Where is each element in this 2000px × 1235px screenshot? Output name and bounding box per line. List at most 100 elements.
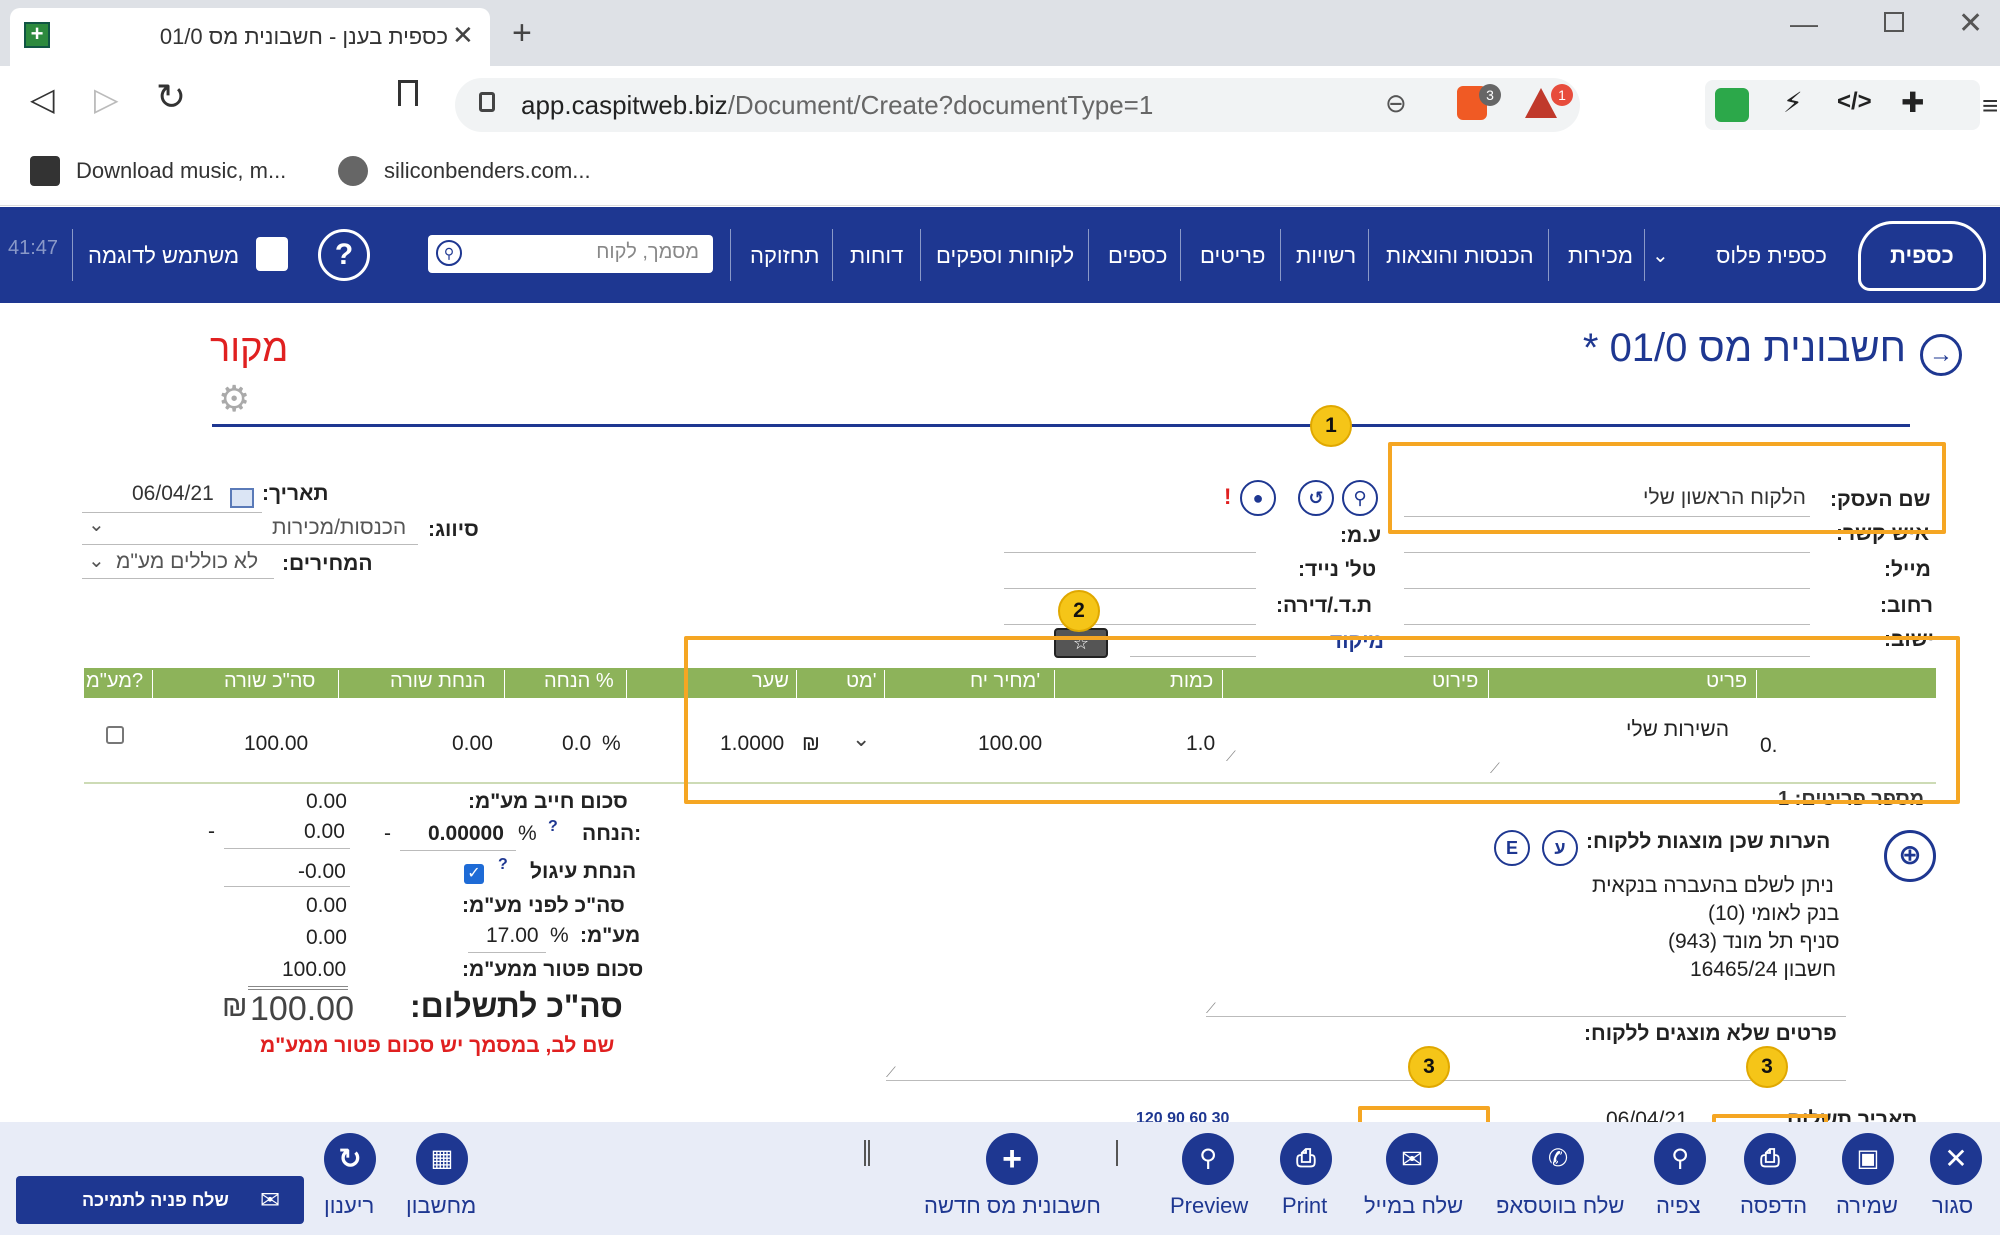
- refresh-icon[interactable]: ↻: [324, 1133, 376, 1185]
- nav-reports[interactable]: דוחות: [850, 243, 903, 269]
- bitwarden-icon[interactable]: [1715, 88, 1749, 122]
- print-icon[interactable]: ⎙: [1280, 1133, 1332, 1185]
- new-tab-button[interactable]: +: [512, 14, 532, 53]
- refresh-button[interactable]: ריענון: [324, 1193, 374, 1219]
- customer-reset-icon[interactable]: ↺: [1298, 480, 1334, 516]
- code-icon[interactable]: </>: [1837, 88, 1872, 116]
- customer-profile-icon[interactable]: ●: [1240, 480, 1276, 516]
- bookmark-2[interactable]: siliconbenders.com...: [384, 158, 591, 184]
- whatsapp-icon[interactable]: ✆: [1532, 1133, 1584, 1185]
- back-icon[interactable]: ◁: [30, 80, 55, 118]
- nav-brand-chevron-icon[interactable]: ⌄: [1652, 243, 1669, 268]
- calendar-icon[interactable]: [230, 488, 254, 508]
- vat-pct-field[interactable]: 17.00: [486, 924, 539, 948]
- view-button[interactable]: צפיה: [1656, 1193, 1701, 1219]
- print-heb-icon[interactable]: ⎙: [1744, 1133, 1796, 1185]
- menu-icon[interactable]: ≡: [1982, 90, 1998, 122]
- minimize-icon[interactable]: —: [1790, 8, 1818, 40]
- total-value: 100.00: [250, 990, 354, 1028]
- search-icon[interactable]: ⚲: [436, 240, 462, 266]
- notes-ayin-icon[interactable]: ע: [1542, 830, 1578, 866]
- tab-close-icon[interactable]: ✕: [452, 20, 474, 51]
- bookmark-1[interactable]: Download music, m...: [76, 158, 286, 184]
- maximize-icon[interactable]: [1884, 12, 1904, 32]
- browser-tab[interactable]: + כספית בענן - חשבונית מס 01/0 ✕: [10, 8, 490, 66]
- bolt-icon[interactable]: ⚡: [1783, 86, 1803, 119]
- exempt-label: סכום פטור ממע"מ:: [462, 958, 644, 981]
- calculator-button[interactable]: מחשבון: [406, 1193, 476, 1219]
- pobox-label: ת.ד./דירה:: [1276, 594, 1373, 617]
- hidden-notes-resize-icon[interactable]: ⟋: [886, 1064, 896, 1081]
- rounding-checkbox[interactable]: ✓: [464, 864, 484, 884]
- new-invoice-icon[interactable]: +: [986, 1133, 1038, 1185]
- nav-user[interactable]: משתמש לדוגמה: [88, 243, 239, 269]
- print-heb-button[interactable]: הדפסה: [1740, 1193, 1807, 1219]
- new-invoice-button[interactable]: חשבונית מס חדשה: [924, 1193, 1101, 1219]
- row-discount-pct-field[interactable]: 0.0: [562, 732, 591, 756]
- caspit-logo[interactable]: כספית: [1858, 221, 1986, 291]
- prices-select[interactable]: לא כוללים מע"מ: [116, 550, 258, 574]
- nav-search-box[interactable]: מסמך, לקוח ⚲: [428, 235, 713, 273]
- settings-gear-icon[interactable]: ⚙: [218, 378, 250, 420]
- preview-icon[interactable]: ⚲: [1182, 1133, 1234, 1185]
- nav-authorities[interactable]: רשויות: [1296, 243, 1356, 269]
- app-navbar: כספית כספית פלוס ⌄ מכירות הכנסות והוצאות…: [0, 207, 2000, 303]
- unlock-icon[interactable]: [256, 237, 288, 271]
- discount-value-field[interactable]: 0.00: [304, 820, 345, 844]
- rounding-value: -0.00: [298, 860, 346, 883]
- notes-e-icon[interactable]: E: [1494, 830, 1530, 866]
- url-domain: app.caspitweb.biz: [521, 90, 728, 120]
- taxable-value: 0.00: [306, 790, 347, 813]
- nav-sales[interactable]: מכירות: [1568, 243, 1633, 269]
- save-icon[interactable]: ▣: [1842, 1133, 1894, 1185]
- payment-date-value[interactable]: 06/04/21: [1606, 1108, 1688, 1122]
- notes-resize-icon[interactable]: ⟋: [1206, 1000, 1216, 1017]
- support-button[interactable]: שלח פניה לתמיכה ✉: [16, 1176, 304, 1224]
- rounding-help-icon[interactable]: ?: [498, 856, 508, 874]
- row-line-discount-field[interactable]: 0.00: [452, 732, 493, 756]
- help-icon[interactable]: ?: [318, 229, 370, 281]
- puzzle-icon[interactable]: ✚: [1901, 86, 1924, 119]
- whatsapp-button[interactable]: שלח בווטסאפ: [1496, 1193, 1624, 1219]
- customer-search-icon[interactable]: ⚲: [1342, 480, 1378, 516]
- preview-button[interactable]: Preview: [1170, 1193, 1248, 1219]
- note-line-3: סניף תל מונד (943): [1668, 930, 1840, 953]
- close-icon[interactable]: ✕: [1930, 1133, 1982, 1185]
- page-title: חשבונית מס 01/0 *: [1582, 326, 1906, 370]
- nav-income-expenses[interactable]: הכנסות והוצאות: [1386, 243, 1534, 269]
- class-select[interactable]: הכנסות/מכירות: [272, 516, 406, 540]
- nav-finance[interactable]: כספים: [1108, 243, 1167, 269]
- class-chevron-icon[interactable]: ⌄: [88, 512, 105, 537]
- discount-dash: -: [384, 822, 391, 845]
- nav-search-input[interactable]: מסמך, לקוח: [596, 241, 699, 264]
- discount-pct-field[interactable]: 0.00000: [428, 822, 504, 846]
- nav-brand[interactable]: כספית פלוס: [1716, 243, 1827, 269]
- email-button[interactable]: שלח במייל: [1364, 1193, 1463, 1219]
- view-icon[interactable]: ⚲: [1654, 1133, 1706, 1185]
- print-button[interactable]: Print: [1282, 1193, 1327, 1219]
- window-close-icon[interactable]: ✕: [1958, 6, 1983, 41]
- notes-icon[interactable]: ⊕: [1884, 830, 1936, 882]
- calculator-icon[interactable]: ▦: [416, 1133, 468, 1185]
- toolbar-divider: [1116, 1140, 1118, 1166]
- back-arrow-icon[interactable]: →: [1920, 334, 1962, 376]
- nav-items[interactable]: פריטים: [1200, 243, 1265, 269]
- discount-help-icon[interactable]: ?: [548, 818, 558, 836]
- nav-maintenance[interactable]: תחזוקה: [750, 243, 819, 269]
- row-vat-checkbox[interactable]: [106, 726, 124, 744]
- bookmark-icon[interactable]: [398, 80, 418, 106]
- bookmark-1-icon: [30, 156, 60, 186]
- payment-terms[interactable]: 120 90 60 30: [1136, 1110, 1229, 1122]
- address-bar[interactable]: app.caspitweb.biz/Document/Create?docume…: [455, 78, 1580, 132]
- email-icon[interactable]: ✉: [1386, 1133, 1438, 1185]
- class-label: סיווג:: [428, 518, 479, 541]
- vat-label: מע"מ:: [580, 924, 641, 947]
- zoom-icon[interactable]: ⊖: [1385, 88, 1407, 119]
- reload-icon[interactable]: ↻: [156, 76, 186, 118]
- forward-icon[interactable]: ▷: [94, 80, 119, 118]
- prices-chevron-icon[interactable]: ⌄: [88, 548, 105, 573]
- save-button[interactable]: שמירה: [1836, 1193, 1898, 1219]
- nav-customers-suppliers[interactable]: לקוחות וספקים: [936, 243, 1074, 269]
- close-button[interactable]: סגור: [1932, 1193, 1973, 1219]
- date-field[interactable]: 06/04/21: [132, 482, 214, 506]
